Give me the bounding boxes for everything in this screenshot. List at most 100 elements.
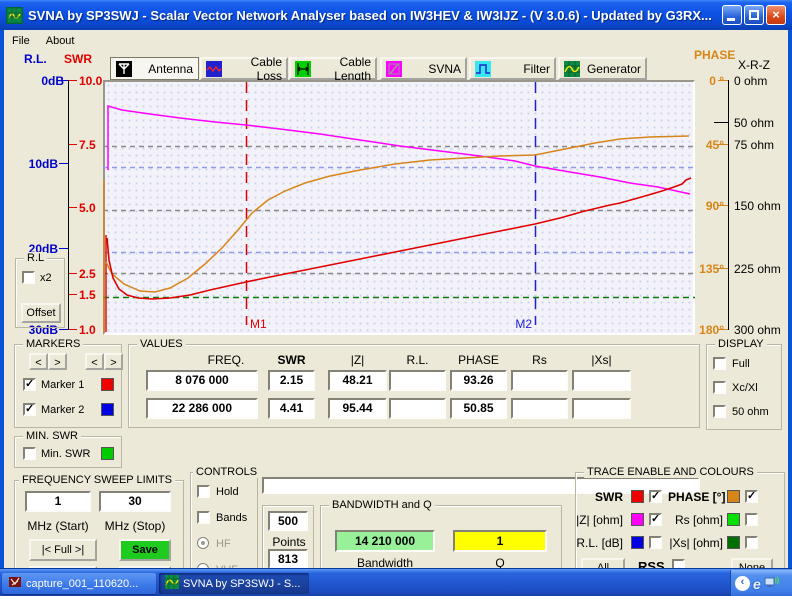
swr-tick-label: 1.0	[79, 323, 96, 337]
swr-tick	[69, 80, 77, 81]
bands-checkbox[interactable]	[197, 511, 210, 524]
m1-phase-value[interactable]: 93.26	[450, 370, 507, 391]
min-swr-checkbox[interactable]	[23, 447, 36, 460]
save-button[interactable]: Save	[119, 539, 171, 561]
m1-rl-value[interactable]	[389, 370, 446, 391]
display-50ohm-checkbox[interactable]	[713, 405, 726, 418]
menu-file[interactable]: File	[4, 32, 38, 50]
q-value[interactable]: 1	[453, 530, 547, 552]
display-xcxl-checkbox[interactable]	[713, 381, 726, 394]
m2-rl-value[interactable]	[389, 398, 446, 419]
m1-rs-value[interactable]	[511, 370, 568, 391]
display-xcxl-label: Xc/Xl	[732, 382, 758, 394]
points-bottom-value[interactable]: 813	[268, 549, 308, 569]
ohm-tick-label: 300 ohm	[734, 323, 781, 337]
taskbar-task-capture[interactable]: capture_001_110620...	[2, 573, 156, 594]
trace-xs-label: |Xs| [ohm]	[668, 536, 723, 550]
rl-tick-label: 0dB	[30, 74, 64, 88]
svna-icon	[386, 61, 402, 77]
marker2-next-button[interactable]: >	[104, 353, 123, 370]
minimize-button[interactable]	[722, 5, 742, 25]
marker1-prev-button[interactable]: <	[29, 353, 48, 370]
display-full-label: Full	[732, 358, 750, 370]
svna-app-icon	[165, 575, 179, 592]
min-swr-label: Min. SWR	[41, 448, 91, 460]
col-header-swr: SWR	[268, 353, 315, 367]
swr-tick-label: 10.0	[79, 74, 102, 88]
marker2-prev-button[interactable]: <	[85, 353, 104, 370]
trace-z-label: |Z| [ohm]	[576, 513, 623, 527]
toolbar-button-filter[interactable]: Filter	[469, 57, 556, 80]
ohm-50-tick	[714, 122, 729, 123]
chart-svg: M1 M2	[103, 80, 695, 335]
trace-xs-checkbox[interactable]	[745, 536, 758, 549]
toolbar-label: SVNA	[405, 62, 461, 76]
m1-xs-value[interactable]	[572, 370, 631, 391]
col-header-rl: R.L.	[389, 353, 446, 367]
hf-radio[interactable]	[197, 537, 209, 549]
toolbar-button-cable-length[interactable]: Cable Length	[289, 57, 377, 80]
values-panel-title: VALUES	[137, 338, 186, 350]
taskbar-task-svna[interactable]: SVNA by SP3SWJ - S...	[159, 573, 309, 594]
marker1-next-button[interactable]: >	[48, 353, 67, 370]
tray-ie-icon[interactable]: e	[753, 576, 761, 592]
marker1-checkbox[interactable]: ✓	[23, 378, 36, 391]
toolbar-button-svna[interactable]: SVNA	[380, 57, 467, 80]
generator-icon	[564, 61, 580, 77]
rl-x2-checkbox[interactable]	[22, 271, 35, 284]
points-top-value[interactable]: 500	[268, 511, 308, 531]
antenna-icon	[116, 61, 132, 77]
m1-swr-value[interactable]: 2.15	[268, 370, 315, 391]
m1-z-value[interactable]: 48.21	[328, 370, 387, 391]
tray-collapse-chevron-icon[interactable]: ‹	[735, 576, 750, 591]
close-button[interactable]: ×	[766, 5, 786, 25]
display-panel: DISPLAY Full Xc/Xl 50 ohm	[706, 344, 782, 430]
m2-xs-value[interactable]	[572, 398, 631, 419]
marker2-checkbox[interactable]: ✓	[23, 403, 36, 416]
markers-panel: MARKERS < > < > ✓ Marker 1 ✓ Marker 2	[14, 344, 122, 428]
rl-offset-group: R.L x2 Offset	[15, 258, 65, 328]
trace-swr-checkbox[interactable]: ✓	[649, 490, 662, 503]
menu-about[interactable]: About	[38, 32, 83, 50]
chart-plot-area[interactable]: M1 M2	[103, 80, 695, 335]
hold-checkbox[interactable]	[197, 485, 210, 498]
marker1-color-swatch	[101, 378, 114, 391]
maximize-icon	[749, 10, 759, 20]
min-swr-color-swatch	[101, 447, 114, 460]
tray-network-icon[interactable]	[764, 575, 780, 592]
trace-rs-label: Rs [ohm]	[668, 513, 723, 527]
swr-tick	[69, 329, 77, 330]
titlebar[interactable]: SVNA by SP3SWJ - Scalar Vector Network A…	[0, 0, 792, 30]
offset-button[interactable]: Offset	[21, 303, 61, 323]
rl-offset-group-title: R.L	[24, 252, 47, 264]
start-freq-input[interactable]: 1	[25, 491, 91, 512]
m2-z-value[interactable]: 95.44	[328, 398, 387, 419]
trace-rl-swatch	[631, 536, 644, 549]
marker2-label: Marker 2	[41, 404, 84, 416]
m2-freq-value[interactable]: 22 286 000	[146, 398, 258, 419]
trace-phase-checkbox[interactable]: ✓	[745, 490, 758, 503]
toolbar-button-generator[interactable]: Generator	[558, 57, 647, 80]
swr-tick	[69, 207, 77, 208]
bandwidth-value[interactable]: 14 210 000	[335, 530, 435, 552]
m2-phase-value[interactable]: 50.85	[450, 398, 507, 419]
rl-tick	[59, 163, 68, 164]
toolbar-button-antenna[interactable]: Antenna	[110, 57, 199, 80]
trace-rs-checkbox[interactable]	[745, 513, 758, 526]
toolbar-label: Generator	[583, 62, 641, 76]
window-title: SVNA by SP3SWJ - Scalar Vector Network A…	[28, 8, 722, 23]
col-header-rs: Rs	[511, 353, 568, 367]
m2-rs-value[interactable]	[511, 398, 568, 419]
marker1-label: Marker 1	[41, 379, 84, 391]
toolbar-button-cable-loss[interactable]: Cable Loss	[200, 57, 288, 80]
m2-swr-value[interactable]: 4.41	[268, 398, 315, 419]
screen: { "colors": { "titlebar_blue": "#0f53e6"…	[0, 0, 792, 596]
display-full-checkbox[interactable]	[713, 357, 726, 370]
trace-z-checkbox[interactable]: ✓	[649, 513, 662, 526]
stop-freq-input[interactable]: 30	[99, 491, 171, 512]
full-span-button[interactable]: |< Full >|	[29, 539, 97, 561]
m1-freq-value[interactable]: 8 076 000	[146, 370, 258, 391]
maximize-button[interactable]	[744, 5, 764, 25]
col-header-phase: PHASE	[450, 353, 507, 367]
trace-rl-checkbox[interactable]	[649, 536, 662, 549]
